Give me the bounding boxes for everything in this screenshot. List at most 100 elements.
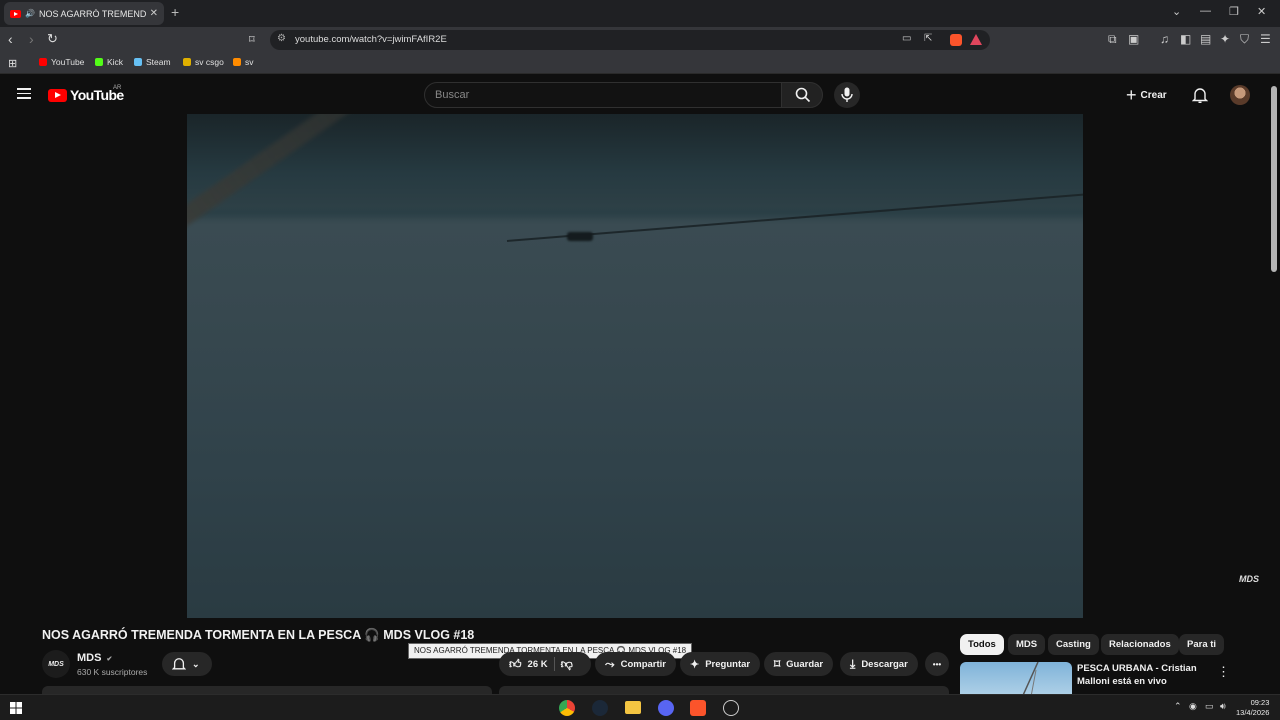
youtube-icon	[39, 58, 47, 66]
steam-icon	[134, 58, 142, 66]
browser-toolbar: ‹ › ↻ ⌑ ⚙ youtube.com/watch?v=jwimFAfIR2…	[0, 27, 1280, 53]
bookmark-sv[interactable]: sv	[233, 57, 254, 67]
recommended-video-title[interactable]: PESCA URBANA - Cristian Malloni está en …	[1077, 662, 1212, 688]
bookmarks-bar: ⊞ YouTube Kick Steam sv csgo sv	[0, 53, 1280, 74]
browser-tab-youtube[interactable]: 🔊 NOS AGARRÓ TREMENDA TO ✕	[4, 2, 164, 25]
chip-todos[interactable]: Todos	[960, 634, 1004, 655]
comments-card[interactable]	[499, 686, 949, 694]
video-frame-horizon	[187, 206, 1083, 220]
cast-icon[interactable]: ▭	[902, 33, 911, 44]
forward-icon[interactable]: ›	[29, 31, 34, 47]
channel-watermark[interactable]: MDS	[1234, 574, 1264, 604]
channel-name[interactable]: MDS ✔	[77, 652, 112, 664]
more-actions-button[interactable]: •••	[925, 652, 949, 676]
chevron-down-icon: ⌄	[192, 658, 200, 669]
plus-icon: +	[1126, 85, 1137, 105]
close-window-button[interactable]: ✕	[1257, 5, 1266, 18]
brave-taskbar-icon[interactable]	[690, 700, 706, 716]
notifications-bell-icon[interactable]	[1192, 87, 1208, 103]
chrome-taskbar-icon[interactable]	[559, 700, 575, 716]
wallet-icon[interactable]: ▣	[1128, 32, 1139, 46]
youtube-favicon-icon	[10, 9, 21, 18]
divider	[553, 657, 555, 671]
chip-para-ti[interactable]: Para ti	[1179, 634, 1225, 655]
wallet-panel-icon[interactable]: ▤	[1200, 32, 1211, 46]
apps-grid-icon[interactable]: ⊞	[8, 57, 17, 70]
share-button[interactable]: ⤳ Compartir	[595, 652, 677, 676]
chip-casting[interactable]: Casting	[1048, 634, 1099, 655]
extensions-icon[interactable]: ⧉	[1108, 32, 1117, 47]
description-card[interactable]	[42, 686, 492, 694]
share-icon: ⤳	[605, 656, 615, 671]
browser-tab-bar: 🔊 NOS AGARRÓ TREMENDA TO ✕ + ⌄ — ❐ ✕	[0, 0, 1280, 27]
reload-icon[interactable]: ↻	[47, 31, 58, 47]
media-icon[interactable]: ♫	[1160, 32, 1169, 46]
like-button[interactable]: 👍︎ 26 K	[509, 657, 548, 672]
microphone-icon	[841, 87, 853, 102]
address-bar[interactable]: ⚙ youtube.com/watch?v=jwimFAfIR2E ▭ ⇱	[270, 30, 990, 50]
obs-taskbar-icon[interactable]	[723, 700, 739, 716]
new-tab-button[interactable]: +	[171, 4, 179, 20]
search-icon	[795, 87, 811, 103]
youtube-header: YouTube AR Buscar + Crear	[0, 76, 1280, 114]
clock-time: 09:23	[1250, 698, 1270, 707]
discord-taskbar-icon[interactable]	[658, 700, 674, 716]
volume-icon[interactable]: 🔊︎	[1220, 701, 1226, 712]
user-avatar[interactable]	[1230, 85, 1250, 105]
video-player[interactable]	[187, 114, 1083, 618]
create-button[interactable]: + Crear	[1126, 84, 1167, 106]
tab-search-icon[interactable]: ⌄	[1172, 5, 1181, 18]
like-count: 26 K	[527, 658, 548, 670]
search-input[interactable]: Buscar	[424, 82, 782, 108]
search-button[interactable]	[781, 82, 823, 108]
back-icon[interactable]: ‹	[8, 31, 13, 47]
thumbs-up-icon: 👍︎	[509, 656, 522, 671]
hamburger-menu-icon[interactable]	[17, 88, 31, 99]
download-button[interactable]: ⤓ Descargar	[840, 652, 918, 676]
youtube-play-icon	[48, 88, 67, 102]
youtube-logo[interactable]: YouTube AR	[48, 85, 124, 103]
save-button[interactable]: ⌑ Guardar	[764, 652, 834, 676]
bookmark-icon[interactable]: ⌑	[249, 33, 255, 46]
chip-relacionados[interactable]: Relacionados	[1101, 634, 1179, 655]
bookmark-kick[interactable]: Kick	[95, 57, 123, 67]
bookmark-youtube[interactable]: YouTube	[39, 57, 84, 67]
chip-mds[interactable]: MDS	[1008, 634, 1046, 655]
sparkle-icon: ✦	[690, 658, 700, 671]
recommended-video-menu-icon[interactable]: ⋮	[1217, 664, 1230, 680]
url-text: youtube.com/watch?v=jwimFAfIR2E	[295, 34, 447, 45]
page-scrollbar[interactable]	[1271, 86, 1277, 272]
download-icon: ⤓	[850, 656, 856, 671]
subscription-bell-button[interactable]: ⌄	[162, 652, 212, 676]
minimize-button[interactable]: —	[1200, 5, 1211, 17]
ask-button[interactable]: ✦ Preguntar	[680, 652, 761, 676]
menu-icon[interactable]: ☰	[1260, 32, 1271, 46]
system-clock[interactable]: 09:23 13/4/2026	[1236, 698, 1269, 718]
video-frame-boat	[567, 232, 593, 241]
sidebar-icon[interactable]: ◧	[1180, 32, 1191, 46]
leo-ai-icon[interactable]: ✦	[1220, 32, 1230, 46]
brave-shields-icon[interactable]	[950, 34, 962, 46]
windows-start-icon[interactable]	[10, 702, 22, 714]
bell-icon	[172, 658, 186, 670]
share-page-icon[interactable]: ⇱	[924, 33, 932, 44]
file-explorer-taskbar-icon[interactable]	[625, 701, 641, 714]
site-info-icon[interactable]: ⚙	[277, 33, 286, 44]
steam-taskbar-icon[interactable]	[592, 700, 608, 716]
network-icon[interactable]: ▭	[1205, 701, 1214, 712]
tab-close-icon[interactable]: ✕	[150, 8, 158, 19]
kick-icon	[95, 58, 103, 66]
audio-playing-icon[interactable]: 🔊	[25, 9, 35, 18]
maximize-button[interactable]: ❐	[1229, 5, 1239, 18]
voice-search-button[interactable]	[834, 82, 860, 108]
dislike-button[interactable]: 👎︎	[561, 657, 573, 672]
bookmark-sv-csgo[interactable]: sv csgo	[183, 57, 224, 67]
tab-title: NOS AGARRÓ TREMENDA TO	[38, 8, 146, 19]
steam-tray-icon[interactable]: ◉	[1189, 701, 1197, 712]
tray-overflow-icon[interactable]: ⌃	[1174, 701, 1182, 712]
thumbs-down-icon: 👎︎	[560, 656, 573, 671]
bookmark-steam[interactable]: Steam	[134, 57, 171, 67]
channel-avatar[interactable]: MDS	[42, 650, 70, 678]
vpn-icon[interactable]: ⛉	[1240, 32, 1249, 47]
brave-rewards-icon[interactable]	[970, 34, 982, 45]
